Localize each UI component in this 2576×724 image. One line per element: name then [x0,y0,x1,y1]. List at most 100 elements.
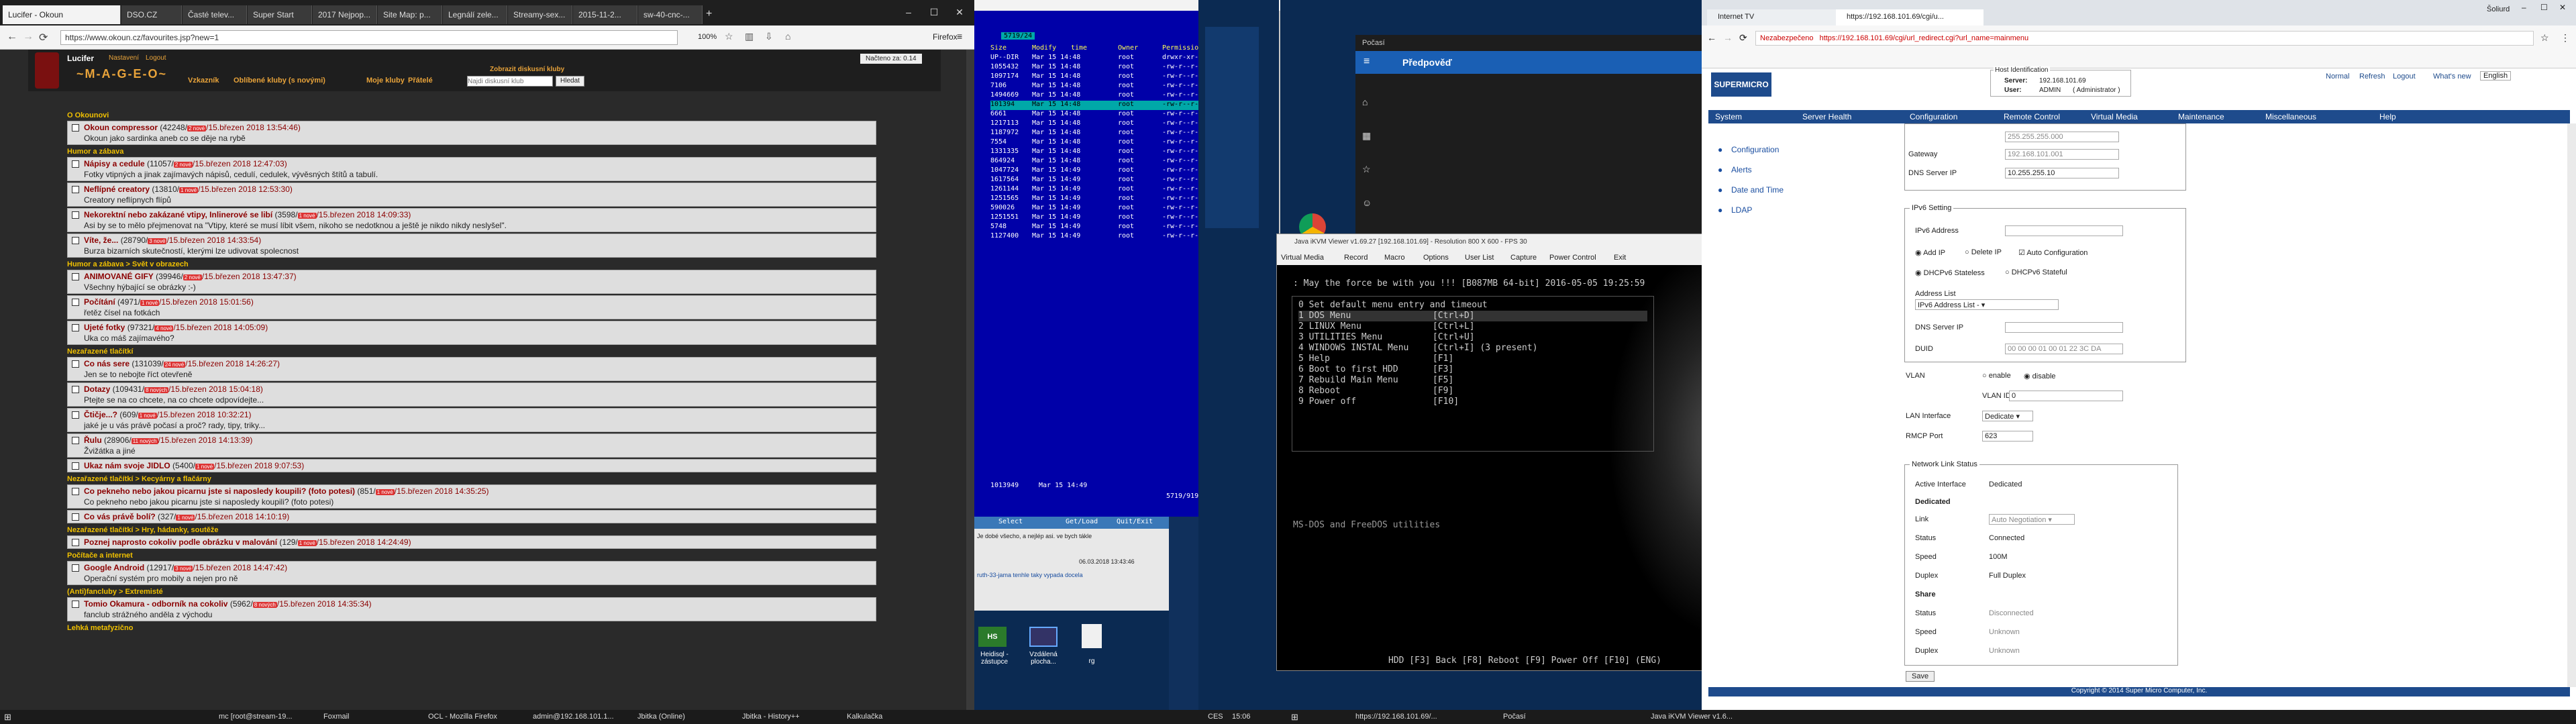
tab-7[interactable]: Legnálí zele... [443,5,507,24]
maximize-icon[interactable]: ☐ [922,4,946,20]
new-tab-button[interactable]: + [706,8,712,20]
boot-menu-item[interactable]: 5 Help [F1] [1298,354,1647,364]
tab-9[interactable]: 2015-11-2... [573,5,637,24]
reload-icon[interactable]: ⟳ [39,31,48,44]
menu-pratele[interactable]: Přátelé [408,76,433,85]
link-select[interactable]: Auto Negotiation ▾ [1989,514,2075,525]
row-checkbox[interactable] [72,186,79,193]
sm-nav-item[interactable]: Help [2379,112,2396,121]
forum-row[interactable]: Počítání (4971/1 nové/15.březen 2018 15:… [67,295,876,319]
row-checkbox[interactable] [72,237,79,244]
kvm-menu-power-control[interactable]: Power Control [1549,254,1596,262]
subnet-field[interactable]: 255.255.255.000 [2005,132,2119,142]
row-checkbox[interactable] [72,411,79,419]
boot-menu-list[interactable]: 1 DOS Menu [Ctrl+D] 2 LINUX Menu [Ctrl+L] 3 … [1298,311,1647,418]
forum-row[interactable]: Poznej naprosto cokoliv podle obrázku v … [67,535,876,549]
forum-row[interactable]: Nekorektní nebo zakázané vtipy, Inlinero… [67,208,876,232]
sm-nav-item[interactable]: Miscellaneous [2265,112,2316,121]
forum-name-link[interactable]: Tomio Okamura - odborník na cokoliv [84,599,227,609]
boot-menu-item[interactable]: 4 WINDOWS INSTAL Menu [Ctrl+I] (3 present… [1298,343,1647,354]
forum-row[interactable]: Dotazy (109431/8 nových/15.březen 2018 1… [67,382,876,407]
language-select[interactable]: English [2480,71,2512,81]
boot-menu-item[interactable]: 2 LINUX Menu [Ctrl+L] [1298,321,1647,332]
sm-nav-item[interactable]: Virtual Media [2091,112,2138,121]
forum-row[interactable]: Tomio Okamura - odborník na cokoliv (596… [67,597,876,621]
left-ldap[interactable]: LDAP [1731,205,1752,215]
search-club-input[interactable] [467,76,553,87]
taskbar-button[interactable]: Počasí [1499,711,1620,723]
file-label[interactable]: rg [1075,658,1109,665]
start-icon-2[interactable]: ⊞ [1291,712,1298,723]
kvm-menu-macro[interactable]: Macro [1384,254,1405,262]
left-date-time[interactable]: Date and Time [1731,185,1784,195]
forum-name-link[interactable]: Co nás sere [84,359,130,368]
forum-row[interactable]: Víte, že... (28790/3 nové/15.březen 2018… [67,234,876,258]
forum-name-link[interactable]: Čtičje...? [84,410,117,419]
forum-name-link[interactable]: Řulu [84,435,102,445]
kvm-menu-user-list[interactable]: User List [1465,254,1494,262]
kvm-menu-record[interactable]: Record [1344,254,1368,262]
fkey-select[interactable]: Select [998,518,1023,525]
row-checkbox[interactable] [72,160,79,168]
row-checkbox[interactable] [72,360,79,368]
vlan-enable-radio[interactable]: ○ enable [1982,372,2011,380]
ff2-reload-icon[interactable]: ⟳ [1739,32,1747,44]
vlan-disable-radio[interactable]: ◉ disable [2024,372,2056,380]
forum-row[interactable]: Co nás sere (131039/24 nové/15.březen 20… [67,357,876,381]
lang-indicator[interactable]: CES [1208,713,1223,721]
taskbar-button[interactable]: https://192.168.101.69/... [1351,711,1472,723]
row-checkbox[interactable] [72,513,79,521]
row-checkbox[interactable] [72,564,79,572]
remote-desktop-label[interactable]: Vzdálená plocha... [1023,651,1064,666]
dhcpv6-stateful-radio[interactable]: ○ DHCPv6 Stateful [2005,268,2067,276]
download-icon[interactable]: ⇩ [765,31,773,42]
tab-6[interactable]: Site Map: p... [378,5,442,24]
forum-name-link[interactable]: Google Android [84,563,144,572]
duid-field[interactable]: 00 00 00 01 00 01 22 3C DA [2005,344,2123,354]
taskbar-button[interactable]: mc [root@stream-19... [215,711,315,723]
row-checkbox[interactable] [72,539,79,546]
settings-link[interactable]: Nastavení [109,54,139,62]
taskbar-button[interactable]: Foxmail [319,711,420,723]
forum-name-link[interactable]: Okoun compressor [84,123,158,132]
chat-line-2[interactable]: ruth-33-jama tenhle taky vypada docela [977,572,1165,578]
home-icon[interactable]: ⌂ [785,31,790,42]
pocasi-map-icon[interactable]: ▦ [1362,130,1371,142]
kvm-menu-exit[interactable]: Exit [1614,254,1626,262]
left-configuration[interactable]: Configuration [1731,145,1779,154]
file-icon[interactable] [1082,624,1102,648]
ff2-minimize-icon[interactable]: – [2522,3,2526,12]
tab-10[interactable]: sw-40-cnc-... [638,5,703,24]
row-checkbox[interactable] [72,211,79,219]
forum-name-link[interactable]: ANIMOVANÉ GIFY [84,272,154,281]
pocasi-smile-icon[interactable]: ☺ [1362,197,1372,208]
ff2-maximize-icon[interactable]: ☐ [2540,3,2548,12]
forum-row[interactable]: Čtičje...? (609/1 nové/15.březen 2018 10… [67,408,876,432]
library-icon[interactable]: ▥ [745,31,754,42]
ff2-menu-icon[interactable]: ⋮ [2561,32,2570,44]
menu-oblibene[interactable]: Oblíbené kluby (s novými) [234,76,325,85]
url-input[interactable]: https://www.okoun.cz/favourites.jsp?new=… [60,30,678,45]
boot-menu-item[interactable]: 9 Power off [F10] [1298,397,1647,407]
ff2-forward-icon[interactable]: → [1723,32,1733,43]
tab-internet-tv[interactable]: Internet TV [1707,9,1836,25]
forum-name-link[interactable]: Poznej naprosto cokoliv podle obrázku v … [84,537,277,547]
heidisql-icon[interactable]: HS [978,627,1007,647]
menu-moje-kluby[interactable]: Moje kluby [366,76,405,85]
boot-menu-item[interactable]: 7 Rebuild Main Menu [F5] [1298,375,1647,386]
forum-row[interactable]: Neflípné creatory (13810/1 nové/15.březe… [67,183,876,207]
boot-menu-item[interactable]: 8 Reboot [F9] [1298,386,1647,397]
forum-name-link[interactable]: Ukaz nám svoje JIDLO [84,461,170,470]
link-whats-new[interactable]: What's new [2433,72,2471,81]
logout-link[interactable]: Logout [146,54,166,62]
pocasi-star-icon[interactable]: ☆ [1362,164,1371,175]
ff2-back-icon[interactable]: ← [1707,32,1716,43]
boot-menu-item[interactable]: 6 Boot to first HDD [F3] [1298,364,1647,375]
dhcpv6-stateless-radio[interactable]: ◉ DHCPv6 Stateless [1915,268,1985,277]
tab-supermicro[interactable]: https://192.168.101.69/cgi/u... [1836,9,1983,25]
forum-name-link[interactable]: Ujeté fotky [84,323,125,332]
add-ip-radio[interactable]: ◉ Add IP [1915,248,1945,257]
boot-menu-item[interactable]: 1 DOS Menu [Ctrl+D] [1298,311,1647,321]
sm-nav-item[interactable]: Maintenance [2178,112,2224,121]
taskbar-button[interactable]: Java iKVM Viewer v1.6... [1647,711,1767,723]
